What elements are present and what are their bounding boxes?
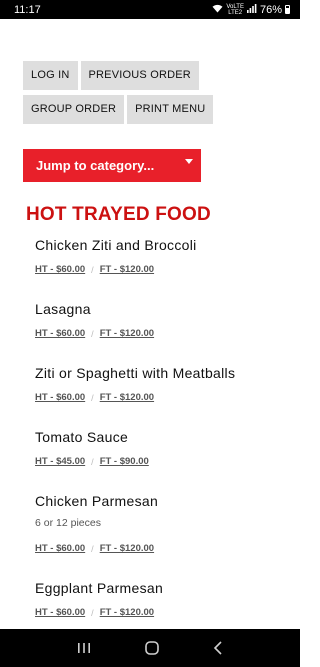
price-separator: / [91,456,94,467]
login-button[interactable]: LOG IN [23,61,78,90]
menu-item: Eggplant Parmesan HT - $60.00 / FT - $12… [35,580,300,618]
signal-icon [246,4,257,15]
jump-to-category-select[interactable]: Jump to category... [23,149,201,182]
menu-item: Lasagna HT - $60.00 / FT - $120.00 [35,301,300,339]
half-tray-price-link[interactable]: HT - $45.00 [35,456,85,467]
price-options: HT - $60.00 / FT - $120.00 [35,328,300,339]
item-name: Ziti or Spaghetti with Meatballs [35,365,236,381]
print-menu-button[interactable]: PRINT MENU [127,95,214,124]
page-content: LOG IN PREVIOUS ORDER GROUP ORDER PRINT … [0,61,300,618]
half-tray-price-link[interactable]: HT - $60.00 [35,543,85,554]
menu-item: Ziti or Spaghetti with Meatballs HT - $6… [35,365,300,403]
volte-indicator: VoLTE LTE2 [226,4,244,16]
menu-item: Chicken Parmesan 6 or 12 pieces HT - $60… [35,493,300,554]
item-name: Tomato Sauce [35,429,129,445]
group-order-button[interactable]: GROUP ORDER [23,95,125,124]
status-icons: VoLTE LTE2 76% [212,4,290,16]
category-title: HOT TRAYED FOOD [26,204,211,225]
battery-percent: 76% [259,3,282,16]
battery-icon [285,5,290,14]
full-tray-price-link[interactable]: FT - $90.00 [100,456,149,467]
price-options: HT - $60.00 / FT - $120.00 [35,392,300,403]
status-time: 11:17 [14,3,41,16]
price-separator: / [91,543,94,554]
wifi-icon [212,4,223,15]
volte-top-label: VoLTE [226,3,244,10]
full-tray-price-link[interactable]: FT - $120.00 [100,392,154,403]
back-icon[interactable] [213,641,223,655]
jump-to-category-label: Jump to category... [36,158,155,173]
previous-order-button[interactable]: PREVIOUS ORDER [80,61,199,90]
half-tray-price-link[interactable]: HT - $60.00 [35,264,85,275]
price-options: HT - $45.00 / FT - $90.00 [35,456,300,467]
price-separator: / [91,328,94,339]
status-bar: 11:17 VoLTE LTE2 76% [0,0,300,19]
caret-down-icon [185,159,193,164]
full-tray-price-link[interactable]: FT - $120.00 [100,607,154,618]
button-row-bottom: GROUP ORDER PRINT MENU [23,95,300,124]
price-separator: / [91,607,94,618]
item-name: Chicken Ziti and Broccoli [35,237,197,253]
item-name: Lasagna [35,301,91,317]
android-nav-bar [0,629,300,667]
half-tray-price-link[interactable]: HT - $60.00 [35,607,85,618]
price-options: HT - $60.00 / FT - $120.00 [35,543,300,554]
half-tray-price-link[interactable]: HT - $60.00 [35,328,85,339]
price-separator: / [91,264,94,275]
item-description: 6 or 12 pieces [35,517,101,529]
full-tray-price-link[interactable]: FT - $120.00 [100,543,154,554]
price-separator: / [91,392,94,403]
menu-item: Tomato Sauce HT - $45.00 / FT - $90.00 [35,429,300,467]
home-icon[interactable] [144,640,160,656]
item-name: Chicken Parmesan [35,493,159,509]
volte-bottom-label: LTE2 [228,9,243,16]
button-row-top: LOG IN PREVIOUS ORDER [23,61,300,90]
price-options: HT - $60.00 / FT - $120.00 [35,607,300,618]
menu-item: Chicken Ziti and Broccoli HT - $60.00 / … [35,237,300,275]
item-name: Eggplant Parmesan [35,580,164,596]
full-tray-price-link[interactable]: FT - $120.00 [100,328,154,339]
half-tray-price-link[interactable]: HT - $60.00 [35,392,85,403]
recents-icon[interactable] [77,642,91,654]
price-options: HT - $60.00 / FT - $120.00 [35,264,300,275]
menu-list: Chicken Ziti and Broccoli HT - $60.00 / … [35,237,300,618]
full-tray-price-link[interactable]: FT - $120.00 [100,264,154,275]
